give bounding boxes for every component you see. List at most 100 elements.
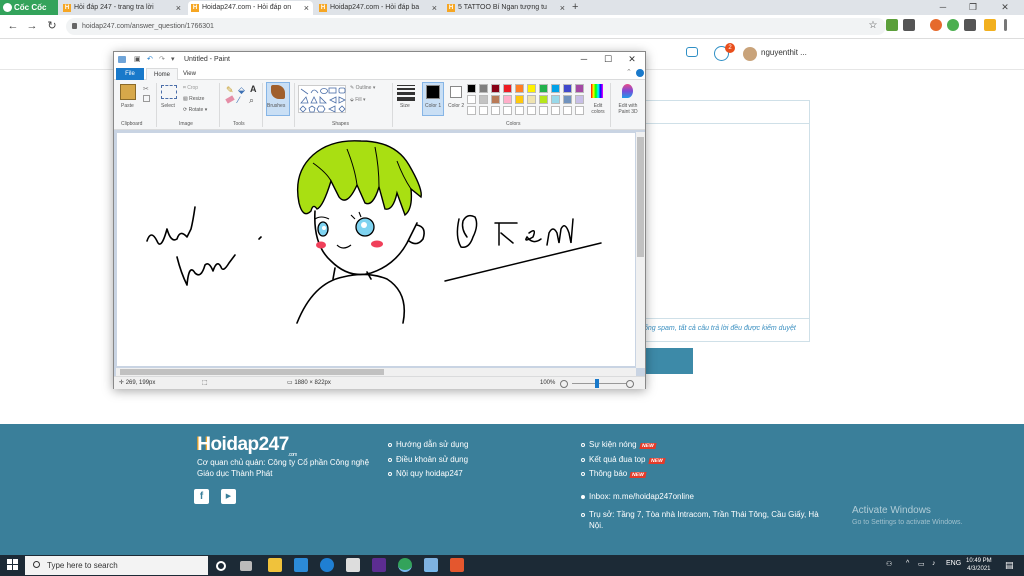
file-explorer-icon[interactable] — [268, 558, 282, 572]
color-swatch[interactable] — [515, 95, 524, 104]
color-swatch[interactable] — [539, 95, 548, 104]
fill-dropdown[interactable]: ⬙ Fill ▾ — [350, 97, 366, 103]
footer-link-rules[interactable]: Nội quy hoidap247 — [388, 469, 463, 478]
paint-title-bar[interactable]: ▣ ↶ ↷ ▾ Untitled - Paint ─ ☐ ✕ — [114, 52, 645, 67]
tab-view[interactable]: View — [176, 68, 203, 80]
avatar[interactable] — [743, 47, 757, 61]
empty-color-swatch[interactable] — [515, 106, 524, 115]
color-swatch[interactable] — [575, 95, 584, 104]
close-icon[interactable]: ✕ — [994, 0, 1016, 15]
tab-file[interactable]: File — [116, 68, 144, 80]
quick-access-dropdown-icon[interactable]: ▾ — [171, 52, 175, 67]
empty-color-swatch[interactable] — [479, 106, 488, 115]
color-palette[interactable] — [467, 84, 587, 116]
empty-color-swatch[interactable] — [527, 106, 536, 115]
edge-icon[interactable] — [320, 558, 334, 572]
paint3d-icon[interactable] — [622, 84, 633, 98]
extension-icon[interactable] — [930, 19, 942, 31]
tray-chevron-icon[interactable]: ^ — [906, 560, 909, 567]
vertical-scrollbar[interactable] — [636, 132, 645, 368]
redo-icon[interactable]: ↷ — [159, 52, 165, 67]
close-tab-icon[interactable]: × — [560, 1, 565, 15]
save-icon[interactable]: ▣ — [134, 52, 141, 67]
color-swatch[interactable] — [503, 95, 512, 104]
undo-icon[interactable]: ↶ — [147, 52, 153, 67]
scroll-thumb[interactable] — [637, 137, 644, 257]
windows-start-icon[interactable] — [7, 559, 19, 571]
close-tab-icon[interactable]: × — [176, 1, 181, 15]
tab-home[interactable]: Home — [146, 68, 179, 80]
url-input[interactable]: hoidap247.com/answer_question/1766301 — [66, 18, 886, 35]
footer-link-notices[interactable]: Thông báo NEW — [581, 469, 647, 478]
cut-icon[interactable]: ✂ — [143, 85, 150, 93]
color-swatch[interactable] — [479, 95, 488, 104]
eraser-icon[interactable] — [225, 95, 235, 104]
close-tab-icon[interactable]: × — [432, 1, 437, 15]
color-swatch[interactable] — [503, 84, 512, 93]
color-swatch[interactable] — [551, 84, 560, 93]
task-view-icon[interactable] — [240, 561, 252, 571]
color-swatch[interactable] — [551, 95, 560, 104]
footer-link-top[interactable]: Kết quả đua top NEW — [581, 455, 665, 464]
scroll-thumb[interactable] — [120, 369, 384, 375]
paste-button[interactable]: Paste — [121, 103, 134, 109]
zoom-slider-thumb[interactable] — [595, 379, 599, 388]
restore-icon[interactable]: ❐ — [962, 0, 984, 15]
new-tab-button[interactable]: + — [572, 0, 578, 15]
size-lines-icon[interactable] — [397, 85, 415, 101]
download-icon[interactable] — [903, 19, 915, 31]
text-tool-icon[interactable]: A — [250, 84, 257, 94]
color-swatch[interactable] — [479, 84, 488, 93]
color2-label[interactable]: Color 2 — [448, 103, 464, 109]
network-icon[interactable]: ▭ — [918, 560, 925, 568]
coccoc-taskbar-icon[interactable] — [398, 558, 412, 572]
menu-dots-icon[interactable] — [1004, 19, 1007, 31]
extension-icon[interactable] — [984, 19, 996, 31]
color-picker-icon[interactable]: ⁄ — [238, 95, 240, 105]
size-button[interactable]: Size — [400, 103, 410, 109]
resize-button[interactable]: ▧ Resize — [183, 96, 204, 102]
paste-icon[interactable] — [120, 84, 136, 100]
back-icon[interactable]: ← — [6, 19, 20, 33]
extension-icon[interactable] — [886, 19, 898, 31]
zoom-out-icon[interactable] — [560, 380, 568, 388]
paint-close-icon[interactable]: ✕ — [620, 52, 644, 67]
footer-link-events[interactable]: Sự kiện nóng NEW — [581, 440, 656, 449]
minimize-icon[interactable]: ─ — [932, 0, 954, 15]
outline-dropdown[interactable]: ✎ Outline ▾ — [350, 85, 375, 91]
copy-icon[interactable] — [143, 95, 150, 102]
chat-icon[interactable] — [686, 47, 698, 57]
footer-inbox[interactable]: Inbox: m.me/hoidap247online — [581, 492, 694, 501]
store-icon[interactable] — [346, 558, 360, 572]
empty-color-swatch[interactable] — [503, 106, 512, 115]
paint-maximize-icon[interactable]: ☐ — [596, 52, 620, 67]
color-swatch[interactable] — [491, 95, 500, 104]
color-swatch[interactable] — [491, 84, 500, 93]
crop-button[interactable]: ⌗ Crop — [183, 85, 198, 91]
tab-1[interactable]: H Hỏi đáp 247 - trang tra lời × — [60, 1, 185, 15]
empty-color-swatch[interactable] — [575, 106, 584, 115]
footer-link-guide[interactable]: Hướng dẫn sử dụng — [388, 440, 468, 449]
forward-icon[interactable]: → — [25, 19, 39, 33]
mail-icon[interactable] — [294, 558, 308, 572]
browser-brand-button[interactable]: Cốc Cốc — [0, 0, 58, 15]
reload-icon[interactable]: ↻ — [45, 19, 59, 33]
rotate-button[interactable]: ⟳ Rotate ▾ — [183, 107, 207, 113]
color-swatch[interactable] — [563, 84, 572, 93]
color-swatch[interactable] — [527, 95, 536, 104]
empty-color-swatch[interactable] — [551, 106, 560, 115]
zoom-in-icon[interactable] — [626, 380, 634, 388]
taskbar-clock[interactable]: 10:49 PM 4/3/2021 — [966, 557, 992, 573]
facebook-icon[interactable]: f — [194, 489, 209, 504]
select-icon[interactable] — [161, 85, 177, 99]
username-label[interactable]: nguyenthit ... — [761, 48, 807, 57]
collapse-ribbon-icon[interactable]: ⌃ — [626, 68, 632, 76]
shapes-gallery[interactable] — [298, 85, 346, 113]
tab-3[interactable]: H Hoidap247.com - Hỏi đáp ba × — [316, 1, 441, 15]
color-swatch[interactable] — [539, 84, 548, 93]
submit-answer-button[interactable] — [645, 348, 693, 374]
horizontal-scrollbar[interactable] — [116, 368, 636, 376]
empty-color-swatch[interactable] — [539, 106, 548, 115]
color-swatch[interactable] — [467, 95, 476, 104]
tab-2[interactable]: H Hoidap247.com - Hỏi đáp on × — [188, 1, 313, 15]
